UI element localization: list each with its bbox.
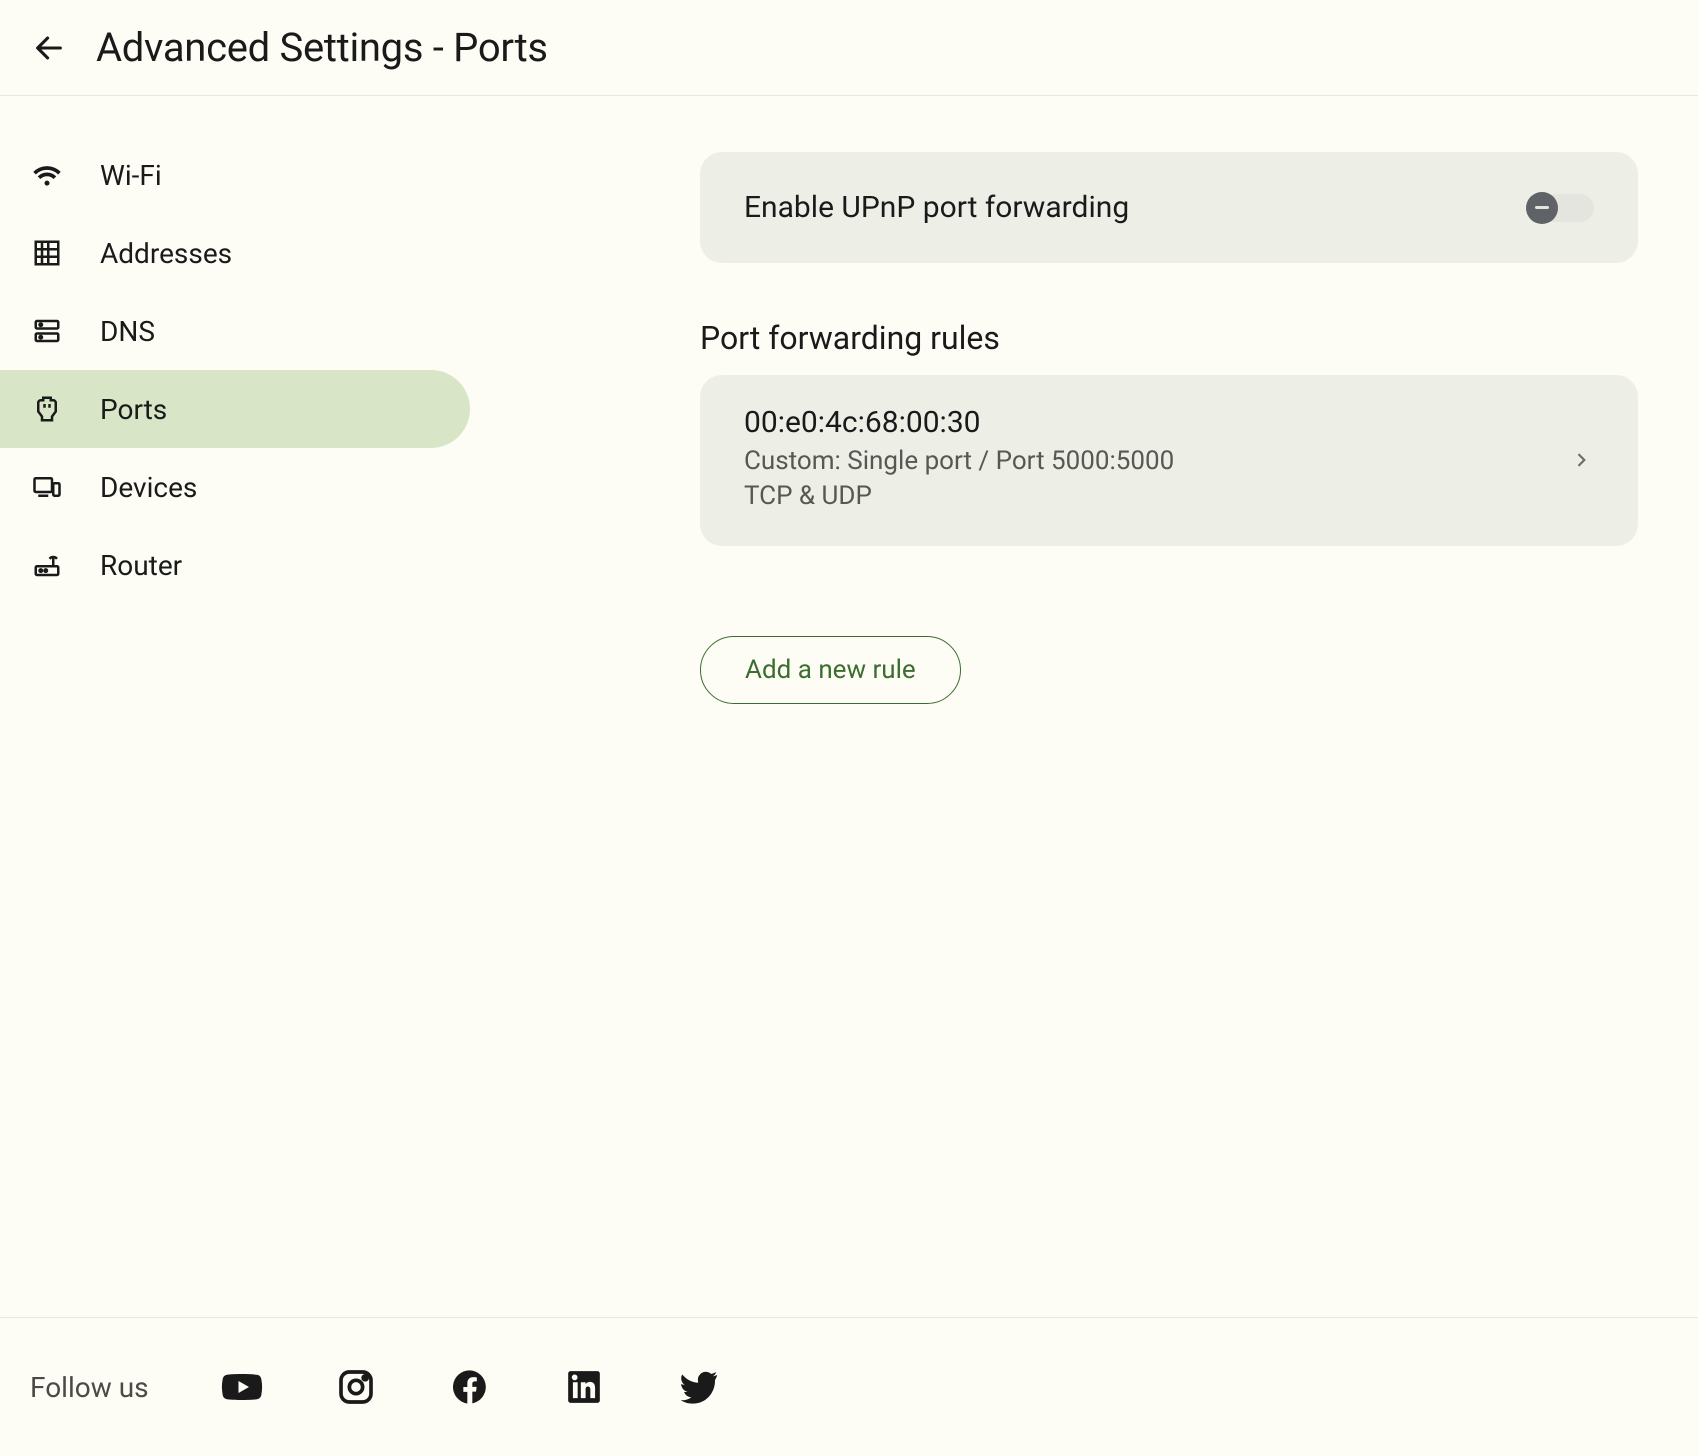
addresses-icon: [30, 236, 64, 270]
sidebar-item-label: DNS: [100, 315, 155, 348]
sidebar: Wi-Fi Addresses DNS Ports Devices: [0, 96, 480, 704]
facebook-icon: [450, 1367, 490, 1407]
instagram-icon: [336, 1367, 376, 1407]
youtube-icon: [221, 1366, 263, 1408]
arrow-left-icon: [32, 31, 66, 65]
back-button[interactable]: [32, 31, 66, 65]
port-rule-item[interactable]: 00:e0:4c:68:00:30 Custom: Single port / …: [700, 375, 1638, 546]
page-title: Advanced Settings - Ports: [96, 24, 548, 71]
devices-icon: [30, 470, 64, 504]
sidebar-item-router[interactable]: Router: [0, 526, 470, 604]
toggle-knob-icon: [1526, 192, 1558, 224]
sidebar-item-label: Devices: [100, 471, 197, 504]
linkedin-link[interactable]: [563, 1366, 605, 1408]
chevron-right-icon: [1568, 447, 1594, 473]
rule-text-block: 00:e0:4c:68:00:30 Custom: Single port / …: [744, 405, 1174, 514]
rule-subtitle: Custom: Single port / Port 5000:5000: [744, 444, 1174, 479]
twitter-icon: [677, 1366, 719, 1408]
follow-us-label: Follow us: [30, 1371, 149, 1404]
sidebar-item-label: Wi-Fi: [100, 159, 162, 192]
youtube-link[interactable]: [221, 1366, 263, 1408]
dns-icon: [30, 314, 64, 348]
sidebar-item-addresses[interactable]: Addresses: [0, 214, 470, 292]
footer: Follow us: [0, 1317, 1698, 1456]
wifi-icon: [30, 158, 64, 192]
sidebar-item-wifi[interactable]: Wi-Fi: [0, 136, 470, 214]
rules-heading: Port forwarding rules: [700, 319, 1638, 357]
header: Advanced Settings - Ports: [0, 0, 1698, 96]
facebook-link[interactable]: [449, 1366, 491, 1408]
sidebar-item-label: Ports: [100, 393, 167, 426]
ports-icon: [30, 392, 64, 426]
add-rule-button[interactable]: Add a new rule: [700, 636, 961, 704]
rule-title: 00:e0:4c:68:00:30: [744, 405, 1174, 440]
sidebar-item-label: Addresses: [100, 237, 232, 270]
sidebar-item-label: Router: [100, 549, 182, 582]
upnp-toggle[interactable]: [1528, 194, 1594, 222]
twitter-link[interactable]: [677, 1366, 719, 1408]
instagram-link[interactable]: [335, 1366, 377, 1408]
rule-protocol: TCP & UDP: [744, 479, 1174, 514]
router-icon: [30, 548, 64, 582]
sidebar-item-ports[interactable]: Ports: [0, 370, 470, 448]
sidebar-item-devices[interactable]: Devices: [0, 448, 470, 526]
main-content: Enable UPnP port forwarding Port forward…: [480, 96, 1698, 704]
sidebar-item-dns[interactable]: DNS: [0, 292, 470, 370]
upnp-card: Enable UPnP port forwarding: [700, 152, 1638, 263]
linkedin-icon: [565, 1368, 603, 1406]
upnp-label: Enable UPnP port forwarding: [744, 190, 1129, 225]
